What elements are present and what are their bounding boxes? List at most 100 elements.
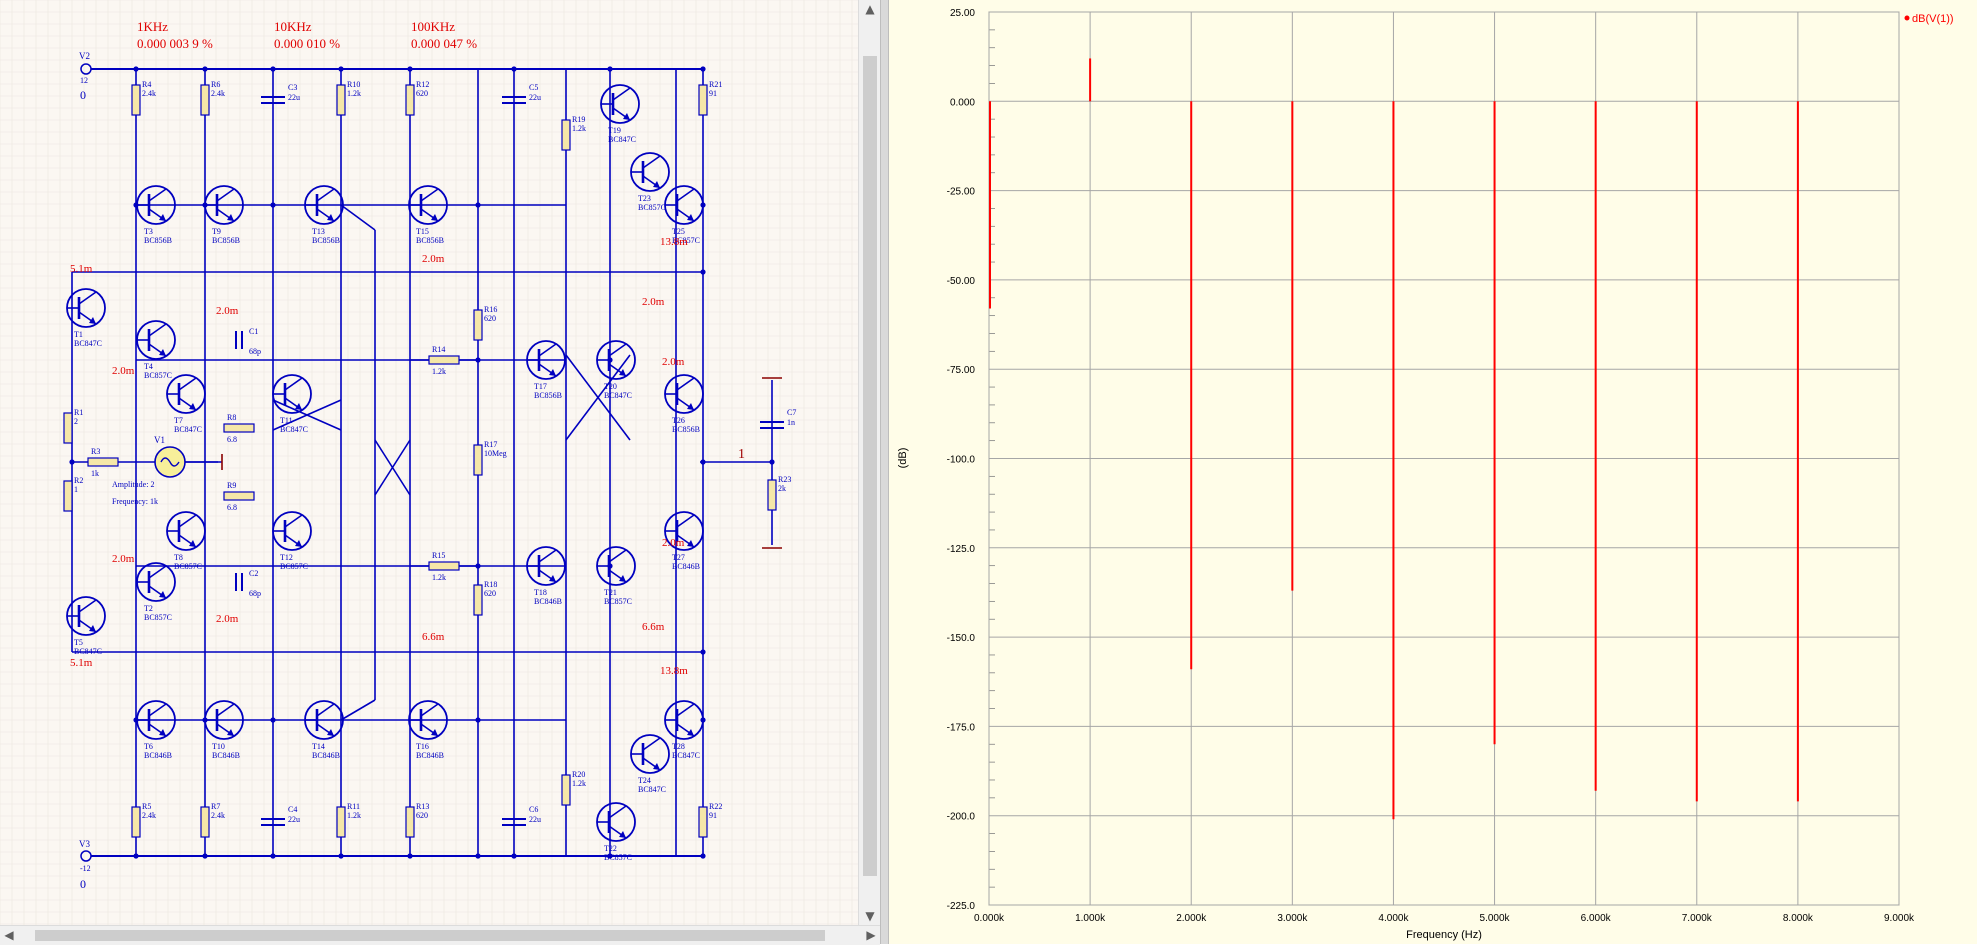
transistor-name: T28 — [672, 742, 685, 751]
transistor-t23[interactable] — [630, 152, 670, 192]
scroll-up-arrow-icon[interactable]: ▲ — [859, 0, 881, 18]
y-tick-label: -150.0 — [947, 633, 976, 644]
transistor-model: BC847C — [604, 391, 632, 400]
transistor-name: T2 — [144, 604, 153, 613]
pane-splitter[interactable] — [880, 0, 889, 944]
vertical-scroll-thumb[interactable] — [863, 56, 877, 876]
scroll-left-arrow-icon[interactable]: ◀ — [0, 926, 18, 945]
supply-current: 0 — [80, 88, 86, 102]
transistor-name: T26 — [672, 416, 685, 425]
scroll-right-arrow-icon[interactable]: ▶ — [862, 926, 880, 945]
supply-name: V3 — [79, 839, 90, 849]
resistor-r16[interactable] — [473, 309, 483, 341]
resistor-r3[interactable] — [87, 457, 119, 467]
resistor-r14[interactable] — [428, 355, 460, 365]
resistor-r23[interactable] — [767, 479, 777, 511]
x-tick-label: 7.000k — [1682, 913, 1713, 924]
legend-entry[interactable]: dB(V(1)) — [1912, 13, 1954, 25]
resistor-name: R18 — [484, 580, 497, 589]
transistor-model: BC856B — [144, 236, 172, 245]
transistor-t12[interactable] — [272, 511, 312, 551]
resistor-name: R7 — [211, 802, 220, 811]
supply-terminal-v3[interactable] — [80, 850, 92, 862]
x-tick-label: 8.000k — [1783, 913, 1814, 924]
transistor-t19[interactable] — [600, 84, 640, 124]
resistor-value: 1.2k — [572, 779, 586, 788]
transistor-t8[interactable] — [166, 511, 206, 551]
transistor-model: BC846B — [144, 751, 172, 760]
junction-dot — [700, 459, 706, 465]
transistor-model: BC847C — [74, 339, 102, 348]
resistor-r15[interactable] — [428, 561, 460, 571]
junction-dot — [700, 66, 706, 72]
resistor-r21[interactable] — [698, 84, 708, 116]
resistor-name: R19 — [572, 115, 585, 124]
transistor-t7[interactable] — [166, 374, 206, 414]
resistor-r13[interactable] — [405, 806, 415, 838]
circuit-schematic[interactable]: 1KHz 0.000 003 9 % 10KHz 0.000 010 % 100KHz 0… — [0, 0, 858, 925]
resistor-r5[interactable] — [131, 806, 141, 838]
resistor-r1[interactable] — [63, 412, 73, 444]
y-tick-label: -75.00 — [947, 365, 976, 376]
horizontal-scroll-thumb[interactable] — [35, 930, 825, 941]
transistor-t21[interactable] — [596, 546, 636, 586]
resistor-r19[interactable] — [561, 119, 571, 151]
x-tick-label: 9.000k — [1884, 913, 1915, 924]
transistor-t24[interactable] — [630, 734, 670, 774]
y-tick-label: -125.0 — [947, 544, 976, 555]
transistor-model: BC857C — [280, 562, 308, 571]
wire — [340, 204, 376, 231]
transistor-name: T13 — [312, 227, 325, 236]
resistor-r6[interactable] — [200, 84, 210, 116]
resistor-r10[interactable] — [336, 84, 346, 116]
resistor-r18[interactable] — [473, 584, 483, 616]
transistor-model: BC857C — [174, 562, 202, 571]
resistor-r8[interactable] — [223, 423, 255, 433]
transistor-model: BC847C — [174, 425, 202, 434]
spectrum-plot-pane[interactable]: 25.00 0.000 -25.00 -50.00 -75.00 -100.0 -125.0… — [889, 0, 1977, 944]
source-name: V1 — [154, 435, 165, 445]
schematic-canvas[interactable]: 1KHz 0.000 003 9 % 10KHz 0.000 010 % 100KHz 0… — [0, 0, 858, 925]
resistor-r22[interactable] — [698, 806, 708, 838]
thd-frequency-label: 100KHz — [411, 19, 455, 34]
resistor-name: R23 — [778, 475, 791, 484]
transistor-t1[interactable] — [66, 288, 106, 328]
transistor-t11[interactable] — [272, 374, 312, 414]
current-label: 5.1m — [70, 657, 93, 669]
horizontal-scrollbar[interactable]: ◀ ▶ — [0, 925, 880, 945]
y-tick-label: -100.0 — [947, 455, 976, 466]
transistor-name: T22 — [604, 844, 617, 853]
current-label: 2.0m — [662, 537, 685, 549]
y-axis-label: (dB) — [897, 448, 909, 469]
vertical-scrollbar[interactable]: ▲ ▼ — [858, 0, 881, 925]
y-tick-label: 25.00 — [950, 8, 975, 19]
scroll-down-arrow-icon[interactable]: ▼ — [859, 907, 881, 925]
resistor-r9[interactable] — [223, 491, 255, 501]
resistor-value: 620 — [484, 589, 496, 598]
transistor-model: BC856B — [672, 425, 700, 434]
supply-terminal-v2[interactable] — [80, 63, 92, 75]
resistor-r2[interactable] — [63, 480, 73, 512]
junction-dot — [202, 66, 208, 72]
resistor-name: R21 — [709, 80, 722, 89]
resistor-name: R16 — [484, 305, 497, 314]
capacitor-value: 22u — [529, 93, 541, 102]
supply-value: 12 — [80, 76, 88, 85]
resistor-r7[interactable] — [200, 806, 210, 838]
resistor-r17[interactable] — [473, 444, 483, 476]
spectrum-chart[interactable]: 25.00 0.000 -25.00 -50.00 -75.00 -100.0 -125.0… — [889, 0, 1977, 944]
resistor-r12[interactable] — [405, 84, 415, 116]
x-tick-label: 1.000k — [1075, 913, 1106, 924]
junction-dot — [769, 459, 775, 465]
signal-source-v1[interactable] — [154, 446, 186, 478]
transistor-t5[interactable] — [66, 596, 106, 636]
thd-value-label: 0.000 010 % — [274, 36, 340, 51]
transistor-t22[interactable] — [596, 802, 636, 842]
transistor-model: BC846B — [312, 751, 340, 760]
resistor-r4[interactable] — [131, 84, 141, 116]
resistor-r11[interactable] — [336, 806, 346, 838]
capacitor-name: C1 — [249, 327, 258, 336]
resistor-r20[interactable] — [561, 774, 571, 806]
capacitor-c1[interactable] — [235, 331, 243, 349]
resistor-name: R2 — [74, 476, 83, 485]
